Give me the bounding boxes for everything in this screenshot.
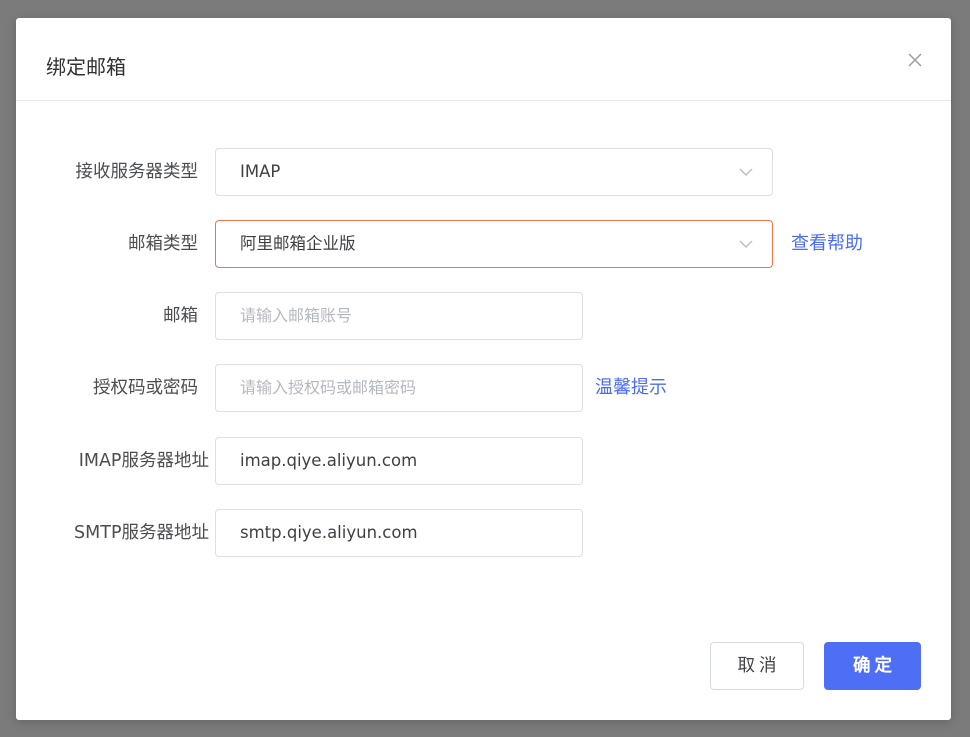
smtp-server-value: smtp.qiye.aliyun.com	[240, 523, 418, 542]
auth-code-row: 授权码或密码 请输入授权码或邮箱密码 温馨提示	[16, 364, 951, 412]
email-input[interactable]: 请输入邮箱账号	[215, 292, 583, 340]
mailbox-type-label: 邮箱类型	[128, 234, 198, 254]
auth-code-input[interactable]: 请输入授权码或邮箱密码	[215, 364, 583, 412]
imap-server-input[interactable]: imap.qiye.aliyun.com	[215, 437, 583, 485]
receive-server-type-select[interactable]: IMAP	[215, 148, 773, 196]
auth-code-placeholder: 请输入授权码或邮箱密码	[240, 378, 417, 397]
email-label: 邮箱	[163, 306, 198, 326]
mailbox-type-value: 阿里邮箱企业版	[240, 234, 356, 253]
chevron-down-icon	[738, 165, 754, 179]
receive-server-type-label: 接收服务器类型	[75, 162, 199, 182]
auth-code-label: 授权码或密码	[93, 378, 198, 398]
receive-server-type-row: 接收服务器类型 IMAP	[16, 148, 951, 196]
mailbox-type-row: 邮箱类型 阿里邮箱企业版 查看帮助	[16, 220, 951, 268]
smtp-server-row: SMTP服务器地址 smtp.qiye.aliyun.com	[16, 509, 951, 557]
tips-link[interactable]: 温馨提示	[595, 364, 667, 412]
chevron-down-icon	[738, 237, 754, 251]
close-button[interactable]	[905, 50, 925, 70]
email-row: 邮箱 请输入邮箱账号	[16, 292, 951, 340]
smtp-server-label: SMTP服务器地址	[74, 523, 209, 543]
imap-server-value: imap.qiye.aliyun.com	[240, 451, 418, 470]
cancel-button[interactable]: 取消	[710, 642, 804, 690]
confirm-button[interactable]: 确定	[824, 642, 921, 690]
dialog-header: 绑定邮箱	[16, 18, 951, 101]
imap-server-label: IMAP服务器地址	[78, 451, 209, 471]
dialog-title: 绑定邮箱	[46, 55, 126, 79]
close-icon	[905, 50, 925, 70]
mailbox-type-select[interactable]: 阿里邮箱企业版	[215, 220, 773, 268]
view-help-link[interactable]: 查看帮助	[791, 220, 863, 268]
imap-server-row: IMAP服务器地址 imap.qiye.aliyun.com	[16, 437, 951, 485]
email-placeholder: 请输入邮箱账号	[240, 306, 353, 325]
smtp-server-input[interactable]: smtp.qiye.aliyun.com	[215, 509, 583, 557]
receive-server-type-value: IMAP	[240, 162, 281, 181]
bind-email-dialog: 绑定邮箱 接收服务器类型 IMAP 邮箱类型 阿里邮箱企业版 查看帮助 邮箱 请…	[16, 18, 951, 720]
